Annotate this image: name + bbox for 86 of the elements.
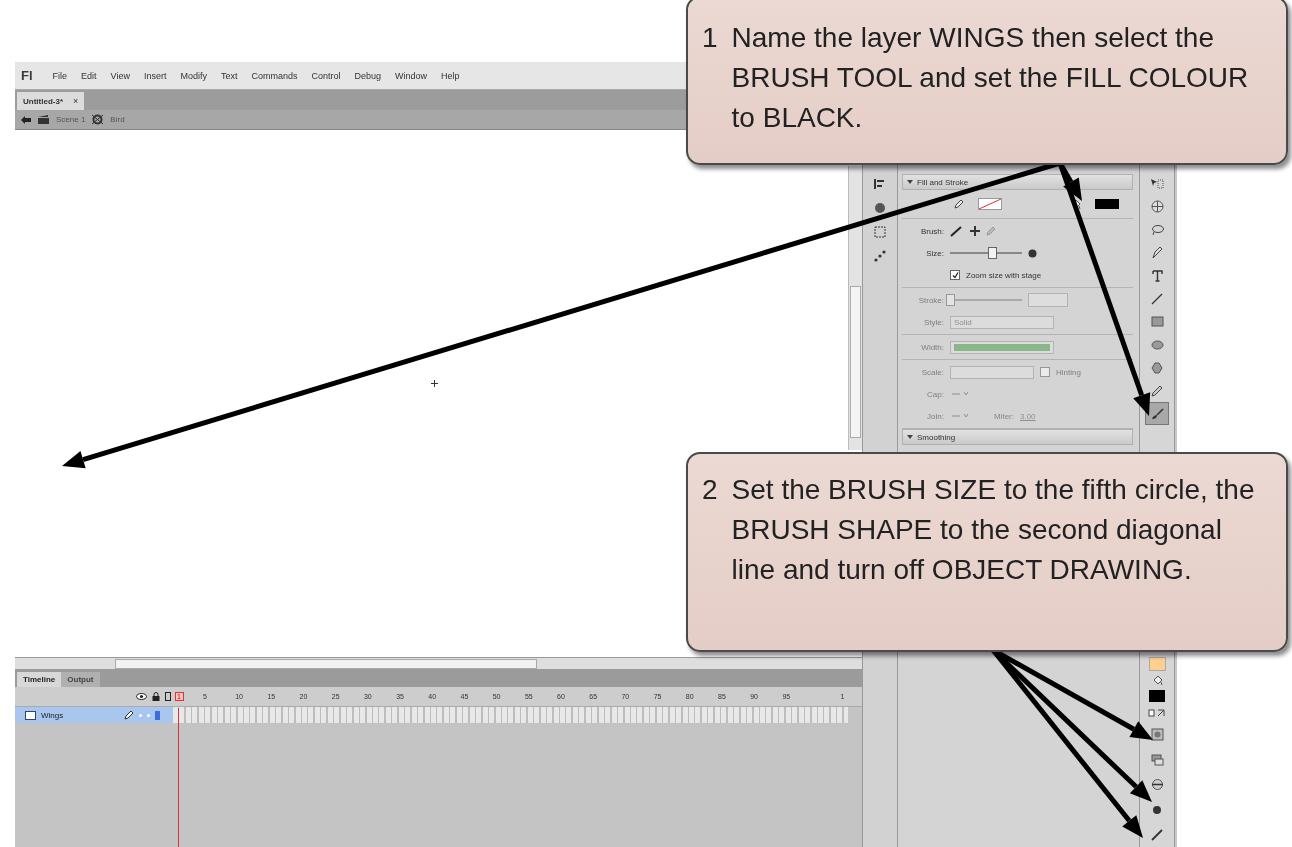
field-label: Miter: <box>994 411 1014 421</box>
align-icon <box>874 178 886 190</box>
section-title: Smoothing <box>917 432 956 442</box>
field-label: Size: <box>925 248 944 258</box>
brush-shape-icon <box>950 225 964 237</box>
lock-icon <box>152 692 160 701</box>
oval-icon <box>1150 339 1164 350</box>
lasso-icon <box>1150 223 1164 236</box>
rectangle-icon <box>1150 316 1164 327</box>
panel-tab[interactable]: Output <box>61 672 100 687</box>
menu-item[interactable]: Control <box>311 70 341 81</box>
section-header[interactable]: Smoothing <box>902 429 1133 445</box>
sphere-icon <box>1150 200 1164 213</box>
subselection-icon <box>1150 177 1164 190</box>
callout-number: 2 <box>702 473 718 507</box>
menu-item[interactable]: File <box>52 70 68 81</box>
dots-icon <box>874 250 886 262</box>
close-button[interactable]: × <box>73 96 79 106</box>
tool-button[interactable] <box>1145 402 1169 425</box>
menu-item[interactable]: Help <box>441 70 460 81</box>
menu-item[interactable]: Debug <box>354 70 382 81</box>
dot-icon <box>139 713 142 717</box>
callout-number: 1 <box>702 21 718 55</box>
menu-item[interactable]: Edit <box>81 70 97 81</box>
document-tab[interactable]: Untitled-3* × <box>17 92 85 110</box>
checkbox[interactable] <box>950 270 960 280</box>
object-drawing-icon <box>1150 728 1164 741</box>
layer-row[interactable]: Wings <box>15 707 173 723</box>
layer-icon <box>25 710 36 720</box>
outline-icon <box>165 692 171 701</box>
outline-color-icon <box>155 710 160 720</box>
app-logo: Fl <box>21 68 33 83</box>
disclosure-triangle-icon <box>907 434 913 440</box>
dot-icon <box>147 713 150 717</box>
eye-icon <box>136 693 147 700</box>
pencil-icon <box>986 226 996 236</box>
menu-item[interactable]: Window <box>395 70 428 81</box>
menu-item[interactable]: Commands <box>251 70 298 81</box>
swap-colors-icon <box>1148 708 1166 718</box>
horizontal-scrollbar[interactable] <box>15 657 862 669</box>
hexagon-icon <box>1151 361 1163 374</box>
pencil-icon <box>954 199 964 209</box>
checkbox-label: Zoom size with stage <box>966 270 1042 280</box>
callout-text: Set the BRUSH SIZE to the fifth circle, the BRUSH SHAPE to the second diagonal line and turn off OBJECT DRAWING. <box>731 473 1256 587</box>
circle-icon <box>1028 248 1037 258</box>
field-label: Width: <box>920 342 944 352</box>
field-label: Style: <box>923 317 944 327</box>
grid-icon <box>874 226 886 238</box>
field-label: Brush: <box>919 226 944 236</box>
field-label: Stroke: <box>917 295 944 305</box>
plus-icon <box>970 226 980 236</box>
tab-label: Untitled-3* <box>23 96 63 106</box>
join-icon <box>950 412 970 420</box>
callout-text: Name the layer WINGS then select the BRUSH TOOL and set the FILL COLOUR to BLACK. <box>731 21 1250 135</box>
slider-thumb[interactable] <box>987 247 997 259</box>
vertical-scrollbar[interactable] <box>848 166 862 450</box>
number-field[interactable] <box>1028 293 1068 307</box>
fill-color-swatch[interactable] <box>1095 199 1119 209</box>
layer-name: Wings <box>41 710 65 720</box>
clapperboard-icon <box>37 114 50 125</box>
brush-icon <box>1150 407 1164 420</box>
menu-item[interactable]: View <box>110 70 130 81</box>
cap-icon <box>950 390 970 398</box>
circle-icon <box>1152 804 1162 815</box>
back-arrow-icon <box>21 115 31 124</box>
disclosure-triangle-icon <box>907 179 913 185</box>
pencil-icon <box>1151 384 1163 397</box>
checkbox-label: Hinting <box>1056 367 1081 377</box>
crosshair-icon <box>431 380 438 387</box>
menu-item[interactable]: Insert <box>143 70 167 81</box>
stroke-color-swatch[interactable] <box>978 198 1002 210</box>
paint-bucket-icon <box>1151 674 1163 686</box>
menu-item[interactable]: Modify <box>180 70 207 81</box>
panel-tab[interactable]: Timeline <box>17 672 62 687</box>
text-tool-icon <box>1151 269 1163 282</box>
field-label: Cap: <box>926 389 944 399</box>
diagonal-line-icon <box>1151 828 1163 841</box>
line-icon <box>1151 292 1163 305</box>
field-label: Scale: <box>920 367 944 377</box>
field-label: Join: <box>926 411 944 421</box>
pencil-icon <box>124 710 134 720</box>
menu-item[interactable]: Text <box>221 70 238 81</box>
color-swatch[interactable] <box>1149 690 1165 702</box>
section-title: Fill and Stroke <box>917 177 969 187</box>
pen-icon <box>1151 246 1163 259</box>
brush-mode-icon <box>1150 778 1164 791</box>
